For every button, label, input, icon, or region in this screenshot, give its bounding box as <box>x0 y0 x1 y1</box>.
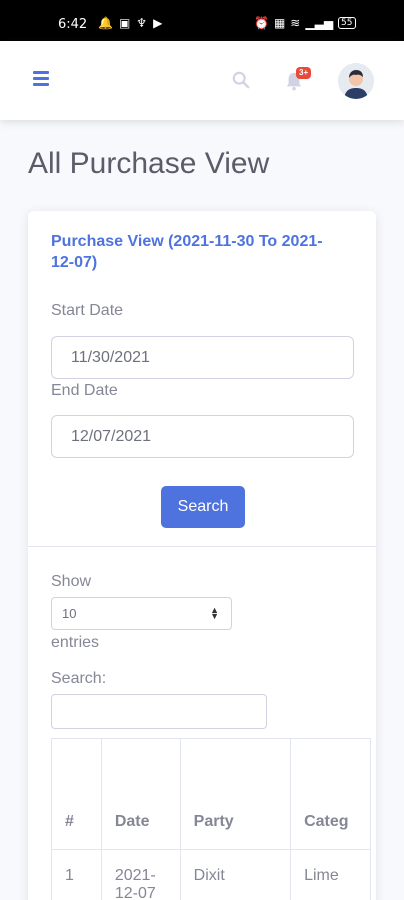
top-navbar: 3+ <box>0 41 404 120</box>
avatar[interactable] <box>338 63 374 99</box>
column-header-party[interactable]: Party <box>179 738 292 850</box>
menu-icon[interactable] <box>33 71 49 86</box>
column-header-category[interactable]: Categ <box>290 738 371 850</box>
status-system-icons: ⏰ ▦ ≋ ▁▃▅ 55 <box>254 16 356 30</box>
show-label: Show <box>51 573 92 590</box>
end-date-label: End Date <box>51 382 118 399</box>
volte-icon: ▦ <box>273 16 286 30</box>
purchase-table: # Date Party Categ 1 2021-12-07 Dixit Li… <box>51 738 371 900</box>
entries-select[interactable]: 10 ▲ ▼ <box>51 597 232 630</box>
card-title: Purchase View (2021-11-30 To 2021-12-07) <box>51 233 323 271</box>
table-cell: 2021-12-07 <box>100 849 181 900</box>
status-time: 6:42 <box>58 17 88 32</box>
table-row: 1 2021-12-07 Dixit Lime <box>51 849 371 900</box>
search-button[interactable]: Search <box>161 486 245 528</box>
select-arrows-icon: ▲ ▼ <box>210 605 219 621</box>
card-divider <box>28 546 376 547</box>
entries-select-value: 10 <box>62 606 77 621</box>
end-date-field[interactable]: 12/07/2021 <box>51 415 354 458</box>
alerts-badge: 3+ <box>296 67 312 79</box>
column-header-number[interactable]: # <box>51 738 102 850</box>
table-cell: 1 <box>51 849 102 900</box>
start-date-field[interactable]: 11/30/2021 <box>51 336 354 379</box>
user-avatar-icon <box>338 63 374 99</box>
wifi-icon: ≋ <box>290 16 301 30</box>
page-title: All Purchase View <box>28 147 270 180</box>
entries-label: entries <box>51 634 100 651</box>
table-cell: Lime <box>290 849 371 900</box>
search-icon[interactable] <box>232 71 250 89</box>
signal-icon: ▁▃▅ <box>305 16 334 30</box>
alarm-icon: ⏰ <box>254 16 269 30</box>
snapchat-icon: 🔔 <box>98 16 113 30</box>
battery-icon: 55 <box>338 17 356 29</box>
status-notification-icons: 🔔 ▣ ♆ ▶ <box>98 16 162 30</box>
table-search-label: Search: <box>51 670 107 687</box>
trophy-icon: ♆ <box>136 16 148 30</box>
status-bar: 6:42 🔔 ▣ ♆ ▶ ⏰ ▦ ≋ ▁▃▅ 55 <box>0 0 404 41</box>
purchase-view-card: Purchase View (2021-11-30 To 2021-12-07)… <box>28 211 376 900</box>
table-header-row: # Date Party Categ <box>51 738 371 850</box>
youtube-icon: ▶ <box>153 16 163 30</box>
gallery-icon: ▣ <box>118 16 131 30</box>
table-search-input[interactable] <box>51 694 267 729</box>
start-date-label: Start Date <box>51 302 124 319</box>
column-header-date[interactable]: Date <box>100 738 181 850</box>
table-cell: Dixit <box>179 849 292 900</box>
